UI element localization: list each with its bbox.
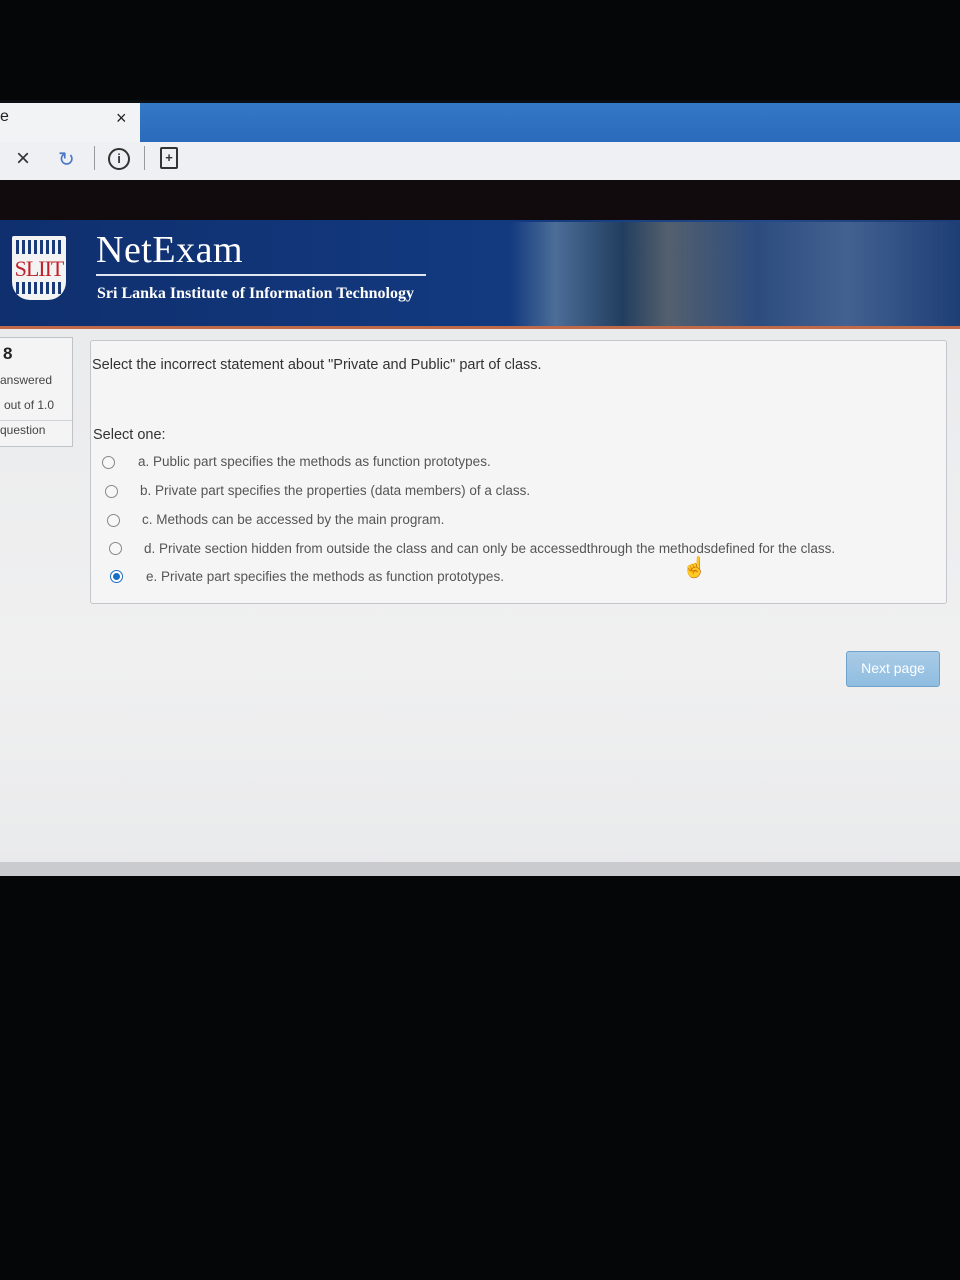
logo-text: SLIIT — [14, 256, 65, 281]
sliit-logo: SLIIT — [12, 236, 66, 300]
option-e-radio[interactable] — [110, 570, 123, 583]
page-action-icon[interactable]: + — [160, 147, 178, 169]
toolbar-divider — [144, 146, 145, 170]
option-a-label[interactable]: a. Public part specifies the methods as … — [138, 454, 491, 469]
tab-title-fragment: e — [0, 108, 9, 125]
option-e-label[interactable]: e. Private part specifies the methods as… — [146, 569, 504, 584]
option-c-label[interactable]: c. Methods can be accessed by the main p… — [142, 512, 444, 527]
select-one-label: Select one: — [93, 427, 166, 443]
window-gap — [0, 180, 960, 220]
question-text: Select the incorrect statement about "Pr… — [92, 357, 542, 373]
logo-pattern — [16, 282, 62, 294]
tab-close-icon[interactable]: × — [116, 108, 127, 129]
brand-title: NetExam — [96, 229, 244, 271]
option-a-radio[interactable] — [102, 456, 115, 469]
option-d-radio[interactable] — [109, 542, 122, 555]
banner-photo — [510, 222, 960, 326]
question-number: 8 — [3, 344, 13, 363]
bottom-edge — [0, 862, 960, 876]
brand-underline — [96, 274, 426, 276]
hand-cursor-icon: ☝ — [682, 557, 707, 579]
info-icon[interactable]: i — [108, 148, 130, 170]
option-c-radio[interactable] — [107, 514, 120, 527]
next-page-button[interactable]: Next page — [846, 651, 940, 687]
logo-pattern — [16, 240, 62, 254]
question-mark: out of 1.0 — [4, 398, 55, 412]
option-d-label[interactable]: d. Private section hidden from outside t… — [144, 541, 835, 556]
toolbar-divider — [94, 146, 95, 170]
question-status: answered — [0, 373, 53, 387]
info-divider — [0, 420, 72, 421]
question-box — [90, 340, 947, 604]
reload-icon[interactable]: ↻ — [58, 147, 75, 172]
stop-icon[interactable]: × — [16, 145, 30, 173]
flag-question-link[interactable]: question — [0, 423, 45, 437]
option-b-label[interactable]: b. Private part specifies the properties… — [140, 483, 530, 498]
option-b-radio[interactable] — [105, 485, 118, 498]
brand-subtitle: Sri Lanka Institute of Information Techn… — [97, 285, 414, 302]
